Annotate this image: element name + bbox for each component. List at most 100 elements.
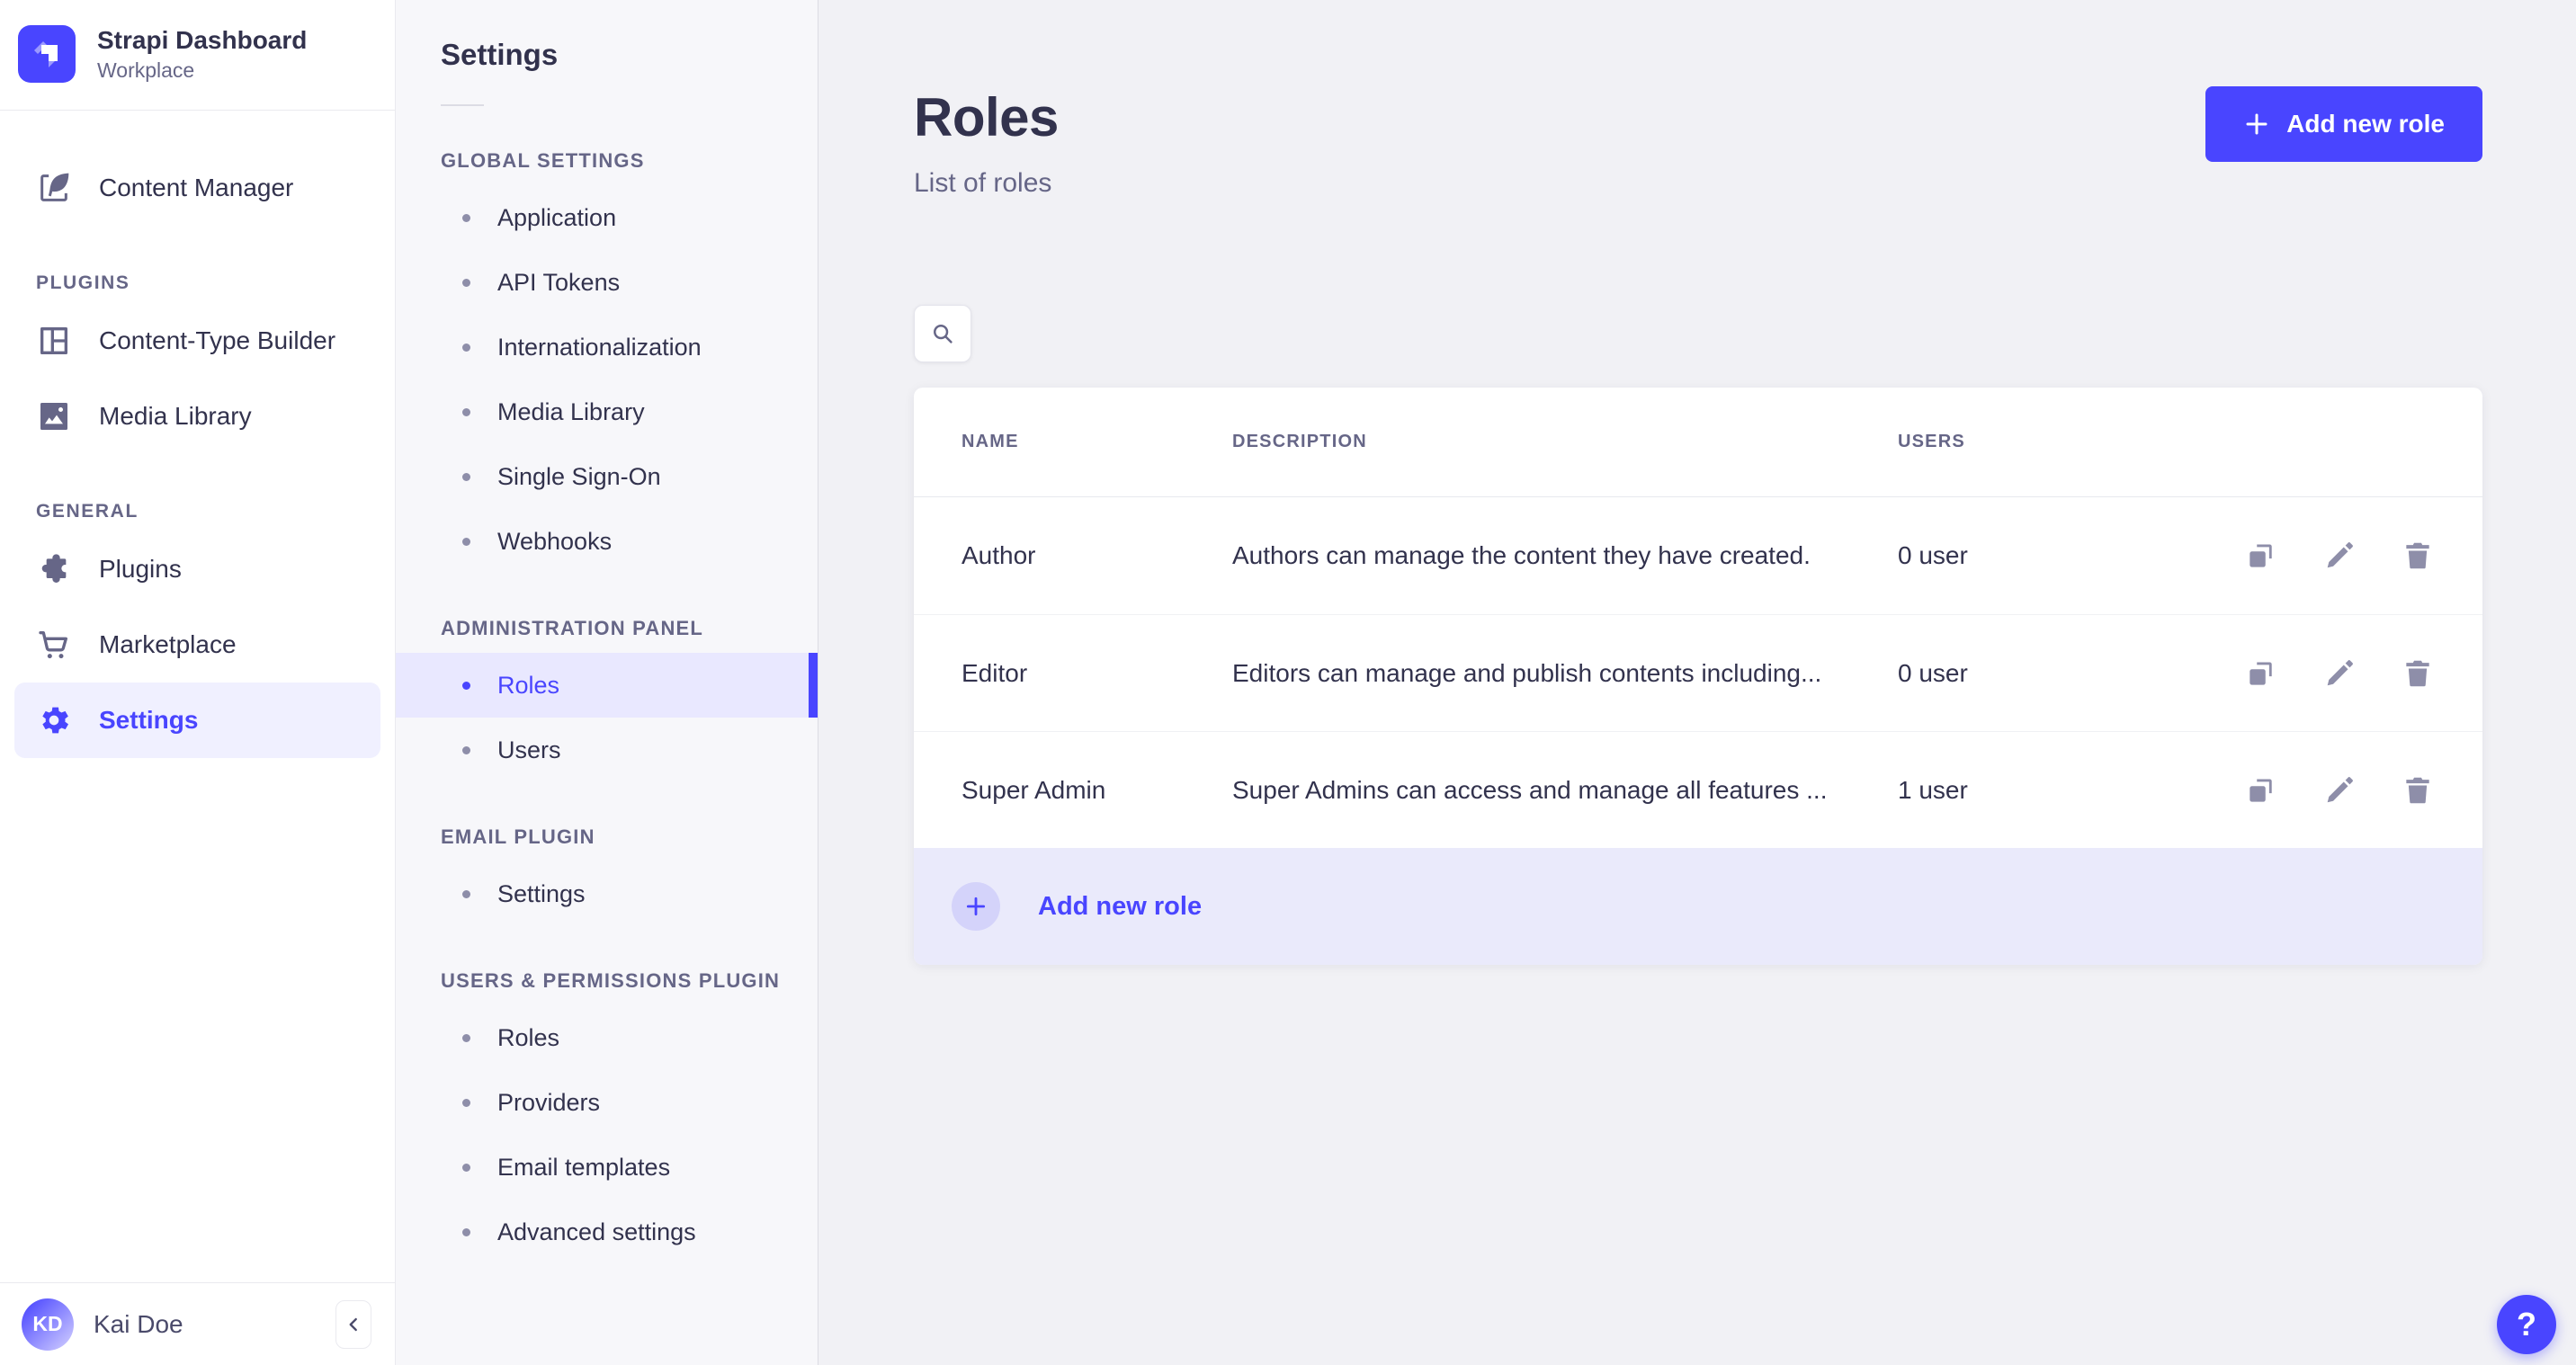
subnav-item-label: Media Library (497, 397, 645, 425)
duplicate-icon[interactable] (2244, 656, 2278, 691)
trash-icon[interactable] (2401, 656, 2435, 691)
page-header: Roles List of roles Add new role (914, 86, 2482, 199)
gear-icon (36, 702, 72, 738)
duplicate-icon[interactable] (2244, 539, 2278, 573)
subnav-item-providers[interactable]: Providers (396, 1070, 818, 1135)
settings-subnav: Settings GLOBAL SETTINGS Application API… (396, 0, 818, 1365)
feather-pen-icon (36, 170, 72, 206)
subnav-item-label: Settings (497, 879, 586, 907)
sidebar-item-marketplace[interactable]: Marketplace (0, 607, 395, 682)
sidebar-nav: Content Manager PLUGINS Content-Type Bui… (0, 111, 395, 1282)
edit-pencil-icon[interactable] (2322, 773, 2357, 807)
column-header-users: USERS (1898, 432, 1965, 451)
subnav-title: Settings (441, 38, 559, 71)
table-row-super-admin[interactable]: Super Admin Super Admins can access and … (914, 731, 2482, 848)
puzzle-icon (36, 551, 72, 587)
add-new-role-button[interactable]: Add new role (2205, 86, 2482, 162)
subnav-item-application[interactable]: Application (396, 185, 818, 250)
table-row-editor[interactable]: Editor Editors can manage and publish co… (914, 614, 2482, 731)
user-name: Kai Doe (94, 1309, 183, 1338)
subnav-item-advanced-settings[interactable]: Advanced settings (396, 1200, 818, 1264)
sidebar-item-label: Content Manager (99, 174, 294, 201)
subnav-item-media-library[interactable]: Media Library (396, 379, 818, 444)
table-row-author[interactable]: Author Authors can manage the content th… (914, 497, 2482, 614)
column-header-name: NAME (962, 432, 1019, 451)
workspace-subtitle: Workplace (97, 58, 195, 82)
layout-grid-icon (36, 323, 72, 359)
sidebar-item-media-library[interactable]: Media Library (0, 379, 395, 454)
duplicate-icon[interactable] (2244, 773, 2278, 807)
question-mark-icon: ? (2517, 1306, 2536, 1343)
bullet-icon (462, 1163, 470, 1172)
trash-icon[interactable] (2401, 773, 2435, 807)
sidebar-item-label: Settings (99, 706, 199, 734)
workspace-title: Strapi Dashboard (97, 26, 308, 55)
roles-table-card: NAME DESCRIPTION USERS Author Authors ca… (914, 388, 2482, 965)
subnav-divider (441, 104, 484, 106)
add-new-role-button-label: Add new role (2286, 110, 2445, 138)
sidebar-collapse-button[interactable] (335, 1299, 371, 1349)
subnav-item-single-sign-on[interactable]: Single Sign-On (396, 444, 818, 509)
sidebar-section-general: GENERAL (36, 501, 139, 522)
bullet-icon (462, 407, 470, 416)
role-name: Editor (962, 658, 1028, 687)
subnav-item-email-settings[interactable]: Settings (396, 861, 818, 926)
bullet-icon (462, 343, 470, 352)
subnav-item-up-roles[interactable]: Roles (396, 1005, 818, 1070)
bullet-icon (462, 889, 470, 898)
role-users-count: 0 user (1898, 541, 1968, 569)
edit-pencil-icon[interactable] (2322, 656, 2357, 691)
sidebar-item-settings[interactable]: Settings (14, 682, 380, 758)
sidebar-item-content-manager[interactable]: Content Manager (0, 150, 395, 226)
table-add-new-role-row[interactable]: Add new role (914, 848, 2482, 965)
subnav-item-email-templates[interactable]: Email templates (396, 1135, 818, 1200)
role-users-count: 0 user (1898, 658, 1968, 687)
sidebar-item-label: Content-Type Builder (99, 326, 336, 354)
subnav-section-global-settings: GLOBAL SETTINGS (441, 149, 645, 172)
subnav-item-label: Application (497, 203, 617, 231)
sidebar-user-footer: KD Kai Doe (0, 1282, 395, 1365)
table-header-row: NAME DESCRIPTION USERS (914, 388, 2482, 497)
trash-icon[interactable] (2401, 539, 2435, 573)
plus-circle-icon (952, 882, 1000, 931)
subnav-item-label: Internationalization (497, 333, 702, 361)
bullet-icon (462, 745, 470, 754)
subnav-section-users-permissions-plugin: USERS & PERMISSIONS PLUGIN (441, 969, 781, 992)
subnav-item-webhooks[interactable]: Webhooks (396, 509, 818, 574)
role-description: Editors can manage and publish contents … (1232, 658, 1822, 687)
subnav-item-label: Roles (497, 671, 560, 699)
subnav-item-label: Providers (497, 1088, 601, 1116)
role-name: Author (962, 541, 1036, 569)
role-name: Super Admin (962, 775, 1106, 804)
subnav-item-label: API Tokens (497, 268, 621, 296)
bullet-icon (462, 681, 470, 690)
subnav-item-api-tokens[interactable]: API Tokens (396, 250, 818, 315)
chevron-left-icon (342, 1313, 365, 1336)
role-description: Authors can manage the content they have… (1232, 541, 1811, 569)
subnav-item-internationalization[interactable]: Internationalization (396, 315, 818, 379)
subnav-item-label: Advanced settings (497, 1218, 696, 1245)
bullet-icon (462, 213, 470, 222)
user-avatar[interactable]: KD (22, 1298, 74, 1351)
subnav-item-label: Users (497, 736, 561, 763)
subnav-item-label: Roles (497, 1023, 560, 1051)
main-sidebar: Strapi Dashboard Workplace Content Manag… (0, 0, 396, 1365)
sidebar-item-label: Plugins (99, 555, 182, 583)
subnav-item-roles[interactable]: Roles (396, 653, 818, 718)
search-button[interactable] (914, 305, 971, 362)
role-users-count: 1 user (1898, 775, 1968, 804)
subnav-item-users[interactable]: Users (396, 718, 818, 782)
help-button[interactable]: ? (2497, 1295, 2556, 1354)
workspace-brand[interactable]: Strapi Dashboard Workplace (0, 0, 395, 111)
bullet-icon (462, 472, 470, 481)
sidebar-item-content-type-builder[interactable]: Content-Type Builder (0, 303, 395, 379)
role-description: Super Admins can access and manage all f… (1232, 775, 1828, 804)
search-icon (929, 320, 956, 347)
strapi-logo-icon (18, 25, 76, 83)
sidebar-section-plugins: PLUGINS (36, 272, 130, 293)
sidebar-item-plugins[interactable]: Plugins (0, 531, 395, 607)
plus-icon (2243, 111, 2270, 138)
cart-icon (36, 627, 72, 663)
edit-pencil-icon[interactable] (2322, 539, 2357, 573)
page-subtitle: List of roles (914, 168, 1052, 198)
